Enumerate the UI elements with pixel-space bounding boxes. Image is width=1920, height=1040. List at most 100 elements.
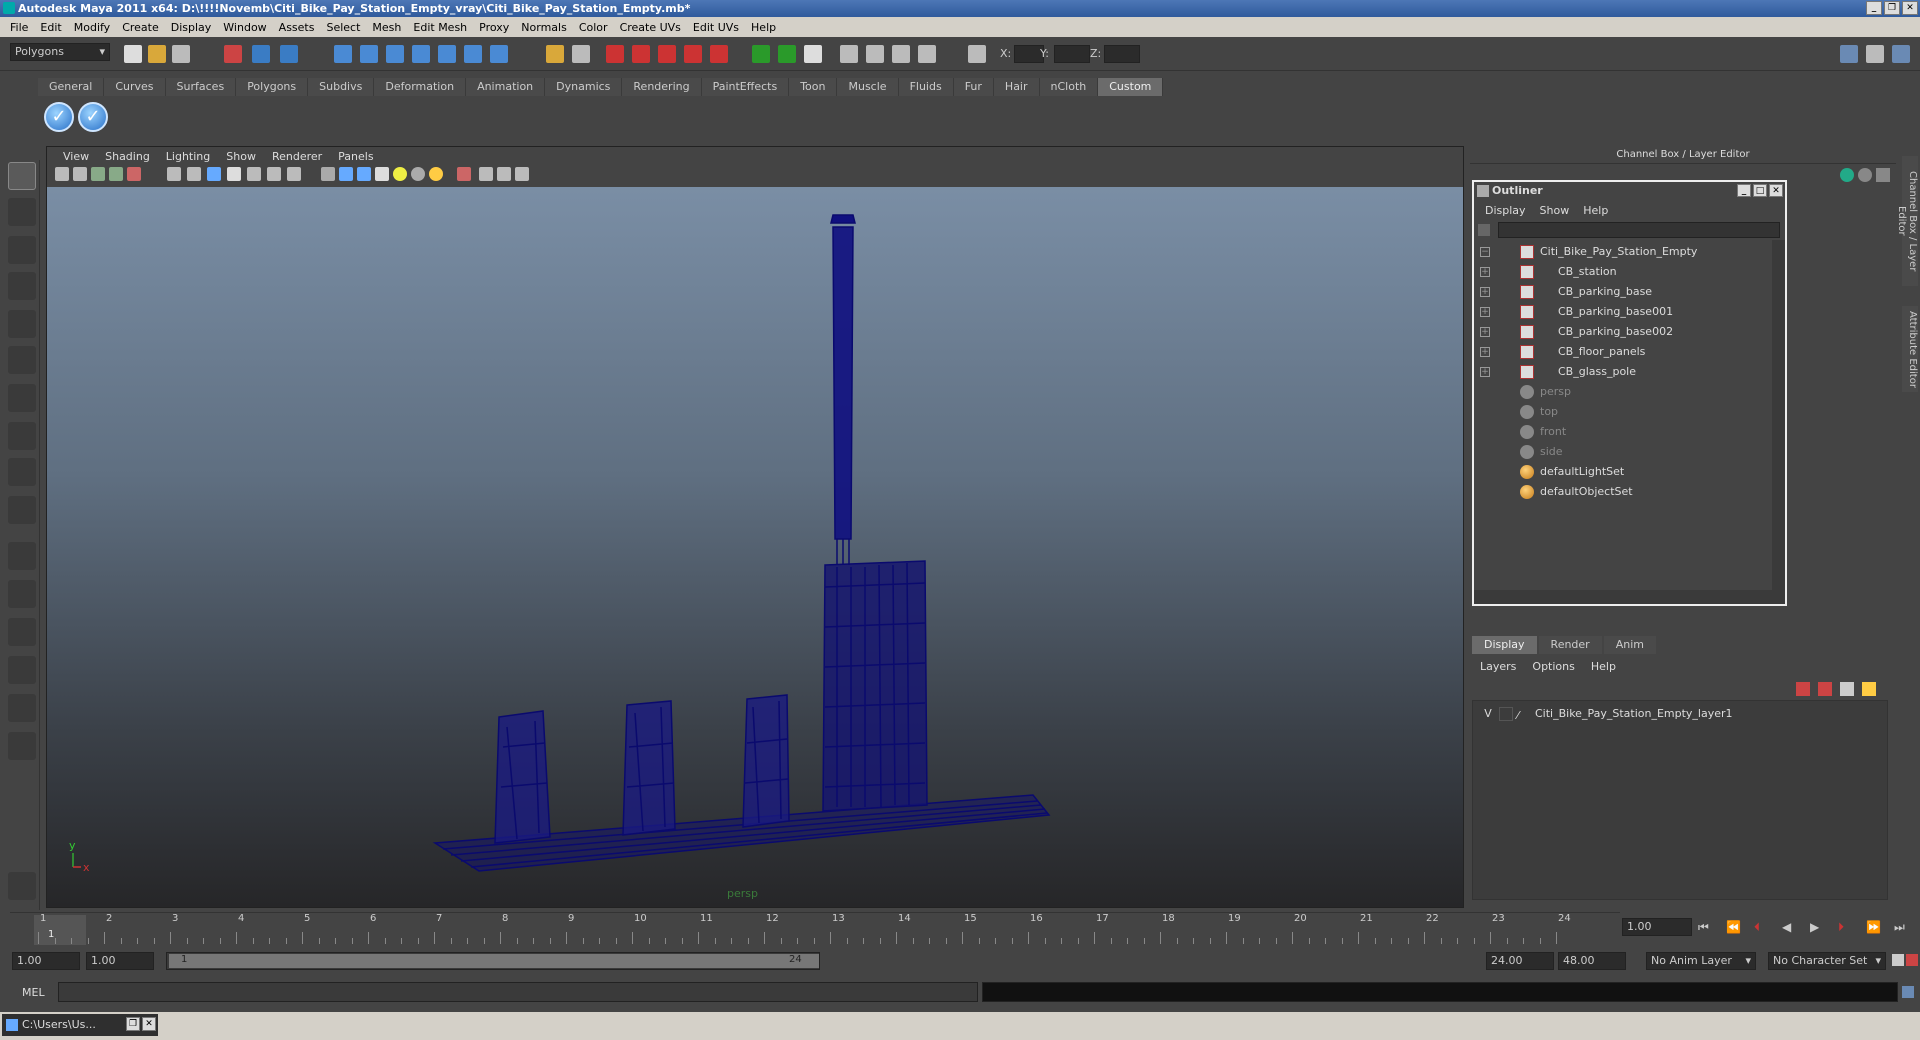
outliner-horizontal-scrollbar[interactable] xyxy=(1474,590,1785,604)
outliner-item[interactable]: + CB_parking_base002 xyxy=(1474,322,1770,342)
collapse-icon[interactable]: − xyxy=(1480,247,1490,257)
manipulator-tool-icon[interactable] xyxy=(8,384,36,412)
snap-curve-icon[interactable] xyxy=(360,45,378,63)
tab-curves[interactable]: Curves xyxy=(104,78,166,96)
safe-title-icon[interactable] xyxy=(267,167,281,181)
tab-custom[interactable]: Custom xyxy=(1098,78,1164,96)
time-slider[interactable]: 1 1 2 3 4 5 6 7 8 9 10 11 12 13 14 15 16 17 18 19 20 21 22 23 24 xyxy=(10,912,1620,946)
snap-point-icon[interactable] xyxy=(386,45,404,63)
outliner-item[interactable]: top xyxy=(1474,402,1770,422)
tab-painteffects[interactable]: PaintEffects xyxy=(701,78,790,96)
lock-icon[interactable] xyxy=(546,45,564,63)
menu-proxy[interactable]: Proxy xyxy=(473,21,515,34)
select-object-icon[interactable] xyxy=(252,45,270,63)
graph-editor-icon[interactable] xyxy=(918,45,936,63)
end-time-field[interactable]: 48.00 xyxy=(1558,952,1626,970)
step-back-key-icon[interactable]: ⏪ xyxy=(1726,920,1741,934)
help-icon[interactable] xyxy=(490,45,508,63)
go-to-start-icon[interactable]: ⏮ xyxy=(1698,920,1709,935)
tab-dynamics[interactable]: Dynamics xyxy=(545,78,623,96)
taskbar-item[interactable]: C:\Users\Us... ❐ ✕ xyxy=(2,1014,158,1036)
character-set-dropdown[interactable]: No Character Set ▾ xyxy=(1768,952,1886,970)
start-time-field[interactable]: 1.00 xyxy=(12,952,80,970)
soft-mod-tool-icon[interactable] xyxy=(8,422,36,450)
open-scene-icon[interactable] xyxy=(148,45,166,63)
mode-selector[interactable]: Polygons ▾ xyxy=(10,43,110,61)
layer-menu-layers[interactable]: Layers xyxy=(1472,660,1524,673)
rotate-tool-icon[interactable] xyxy=(8,310,36,338)
tab-ncloth[interactable]: nCloth xyxy=(1039,78,1099,96)
3d-viewport[interactable]: y x persp xyxy=(47,187,1463,907)
new-layer-icon[interactable] xyxy=(1796,682,1810,696)
paint-select-tool-icon[interactable] xyxy=(8,236,36,264)
lasso-tool-icon[interactable] xyxy=(8,198,36,226)
outliner-item[interactable]: + CB_parking_base xyxy=(1474,282,1770,302)
outliner-persp-layout-icon[interactable] xyxy=(8,618,36,646)
range-bar[interactable]: 1 24 xyxy=(166,952,820,970)
gate-mask-icon[interactable] xyxy=(207,167,221,181)
snap-live-icon[interactable] xyxy=(438,45,456,63)
camera-attributes-icon[interactable] xyxy=(73,167,87,181)
expand-icon[interactable]: + xyxy=(1480,307,1490,317)
minimize-button[interactable]: _ xyxy=(1737,184,1751,197)
go-to-end-icon[interactable]: ⏭ xyxy=(1894,920,1905,935)
grid-toggle-icon[interactable] xyxy=(127,167,141,181)
render-view-icon[interactable] xyxy=(710,45,728,63)
smooth-shade-icon[interactable] xyxy=(339,167,353,181)
layer-menu-help[interactable]: Help xyxy=(1583,660,1624,673)
pin-icon[interactable] xyxy=(1876,168,1890,182)
tab-muscle[interactable]: Muscle xyxy=(837,78,899,96)
viewport-menu-shading[interactable]: Shading xyxy=(97,150,158,163)
scale-tool-icon[interactable] xyxy=(8,346,36,374)
outliner-item[interactable]: side xyxy=(1474,442,1770,462)
tab-general[interactable]: General xyxy=(38,78,105,96)
layer-color-swatch[interactable]: ⁄ xyxy=(1517,707,1531,722)
checkmark-icon[interactable]: ✓ xyxy=(44,102,74,132)
playback-start-field[interactable]: 1.00 xyxy=(86,952,154,970)
play-forwards-icon[interactable]: ▶ xyxy=(1810,920,1819,934)
toggle-panel-icon[interactable] xyxy=(1840,45,1858,63)
expand-icon[interactable]: + xyxy=(1480,287,1490,297)
wireframe-on-shaded-icon[interactable] xyxy=(357,167,371,181)
render-region-icon[interactable] xyxy=(572,45,590,63)
menu-modify[interactable]: Modify xyxy=(68,21,116,34)
wireframe-icon[interactable] xyxy=(321,167,335,181)
resolution-gate-icon[interactable] xyxy=(187,167,201,181)
filter-icon[interactable] xyxy=(1478,224,1490,236)
textured-icon[interactable] xyxy=(375,167,389,181)
command-input[interactable] xyxy=(58,982,978,1002)
restore-button[interactable]: ❐ xyxy=(126,1017,140,1031)
layer-visibility-toggle[interactable]: V xyxy=(1481,705,1495,723)
maximize-button[interactable]: □ xyxy=(1753,184,1767,197)
layer-menu-options[interactable]: Options xyxy=(1524,660,1582,673)
last-tool-icon[interactable] xyxy=(8,496,36,524)
menu-select[interactable]: Select xyxy=(320,21,366,34)
attribute-editor-icon[interactable] xyxy=(778,45,796,63)
layer-type-toggle[interactable] xyxy=(1499,707,1513,721)
bookmarks-icon[interactable] xyxy=(91,167,105,181)
outliner-menu-show[interactable]: Show xyxy=(1533,204,1577,217)
tab-hair[interactable]: Hair xyxy=(993,78,1040,96)
tab-animation[interactable]: Animation xyxy=(466,78,546,96)
single-perspective-layout-icon[interactable] xyxy=(8,542,36,570)
new-layer-from-selected-icon[interactable] xyxy=(1818,682,1832,696)
move-tool-icon[interactable] xyxy=(8,272,36,300)
show-manipulator-icon[interactable] xyxy=(8,458,36,486)
channel-box-toggle-icon[interactable] xyxy=(1866,45,1884,63)
snap-grid-icon[interactable] xyxy=(334,45,352,63)
tab-render[interactable]: Render xyxy=(1538,636,1602,654)
layer-row[interactable]: V ⁄ Citi_Bike_Pay_Station_Empty_layer1 xyxy=(1477,705,1877,723)
outliner-icon[interactable] xyxy=(892,45,910,63)
move-layer-up-icon[interactable] xyxy=(1840,682,1854,696)
menu-help[interactable]: Help xyxy=(745,21,782,34)
outliner-search-input[interactable] xyxy=(1498,222,1780,238)
viewport-menu-view[interactable]: View xyxy=(55,150,97,163)
menu-display[interactable]: Display xyxy=(165,21,218,34)
camera-select-icon[interactable] xyxy=(55,167,69,181)
new-scene-icon[interactable] xyxy=(124,45,142,63)
shadows-icon[interactable] xyxy=(429,167,443,181)
expand-icon[interactable]: + xyxy=(1480,267,1490,277)
tab-fluids[interactable]: Fluids xyxy=(898,78,954,96)
tab-subdivs[interactable]: Subdivs xyxy=(308,78,375,96)
current-frame-field[interactable]: 1.00 xyxy=(1622,918,1692,936)
